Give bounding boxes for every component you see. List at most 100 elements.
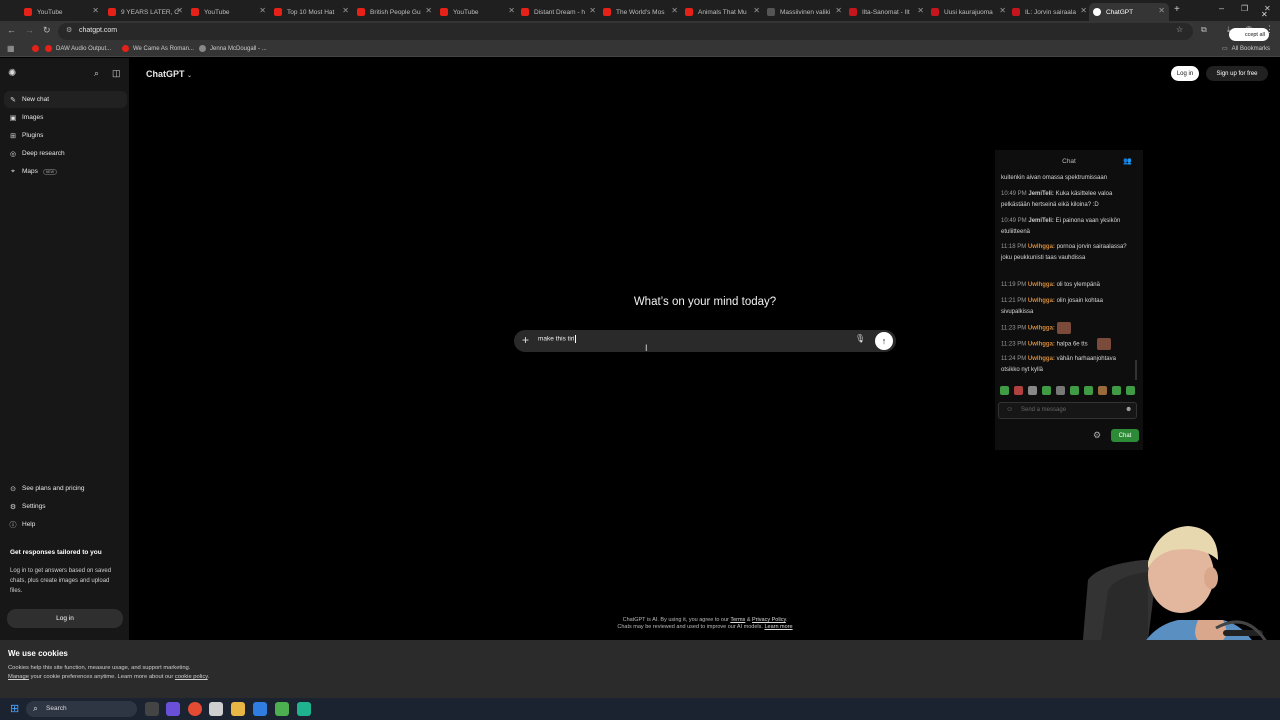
close-tab-icon[interactable]: ✕ [425, 6, 432, 15]
microphone-icon[interactable]: 🎙 [855, 334, 865, 343]
chat-scrollbar[interactable] [1135, 360, 1137, 380]
sidebar-item-plugins[interactable]: ⊞ Plugins [4, 127, 127, 144]
manage-cookies-link[interactable]: Manage [8, 674, 29, 680]
app-icon[interactable] [166, 702, 180, 716]
apps-grid-icon[interactable]: ▦ [7, 44, 15, 53]
emote-icon[interactable] [1014, 386, 1023, 395]
browser-tab[interactable]: YouTube ✕ [436, 3, 519, 21]
emote-icon[interactable] [1042, 386, 1051, 395]
browser-tab[interactable]: Top 10 Most Hat ✕ [270, 3, 353, 21]
search-icon[interactable]: ⌕ [94, 68, 99, 79]
bookmark-item[interactable] [32, 45, 43, 52]
login-button[interactable]: Log in [1171, 66, 1199, 81]
bookmark-star-icon[interactable]: ☆ [1176, 25, 1183, 34]
signup-button[interactable]: Sign up for free [1206, 66, 1268, 81]
app-icon[interactable] [297, 702, 311, 716]
sidebar-item-settings[interactable]: ⚙ Settings [4, 498, 127, 515]
close-tab-icon[interactable]: ✕ [342, 6, 349, 15]
browser-tab[interactable]: Ilta-Sanomat - Ilt ✕ [845, 3, 928, 21]
browser-tab[interactable]: YouTube ✕ [20, 3, 103, 21]
browser-tab[interactable]: IL: Jorvin sairaala ✕ [1008, 3, 1091, 21]
forward-icon[interactable]: → [25, 25, 34, 35]
emote-icon[interactable] [1056, 386, 1065, 395]
close-icon[interactable]: ✕ [1261, 10, 1268, 19]
sidebar-item-help[interactable]: ⓘ Help [4, 516, 127, 533]
app-icon[interactable] [253, 702, 267, 716]
attach-plus-icon[interactable]: + [522, 333, 529, 347]
prompt-composer[interactable]: + make this tiri 🎙 ↑ [514, 330, 896, 352]
bookmark-item[interactable]: We Came As Roman... [122, 45, 194, 52]
back-icon[interactable]: ← [7, 25, 16, 35]
emote-icon[interactable] [1098, 386, 1107, 395]
openai-logo-icon[interactable]: ✺ [8, 68, 16, 79]
close-tab-icon[interactable]: ✕ [671, 6, 678, 15]
browser-tab[interactable]: 9 YEARS LATER, C ✕ [104, 3, 187, 21]
bookmark-item[interactable]: Jenna McDougall - ... [199, 45, 267, 52]
sidebar-item-plans[interactable]: ⊙ See plans and pricing [4, 480, 127, 497]
close-tab-icon[interactable]: ✕ [917, 6, 924, 15]
browser-tab[interactable]: Distant Dream - h ✕ [517, 3, 600, 21]
extensions-icon[interactable]: ⧉ [1201, 25, 1207, 35]
maximize-icon[interactable]: ❐ [1241, 4, 1248, 13]
site-info-icon[interactable]: ⚙ [66, 26, 72, 34]
close-tab-icon[interactable]: ✕ [999, 6, 1006, 15]
close-tab-icon[interactable]: ✕ [508, 6, 515, 15]
browser-tab[interactable]: Animals That Mu ✕ [681, 3, 764, 21]
sidebar-item-maps[interactable]: ⌖ Maps NEW [4, 163, 127, 180]
browser-tab[interactable]: YouTube ✕ [187, 3, 270, 21]
privacy-link[interactable]: Privacy Policy [752, 617, 786, 623]
store-icon[interactable] [209, 702, 223, 716]
model-selector[interactable]: ChatGPT ⌄ [146, 69, 192, 79]
terms-link[interactable]: Terms [730, 617, 745, 623]
app-icon[interactable] [275, 702, 289, 716]
emoji-icon[interactable]: ☺ [1006, 406, 1013, 413]
chatgpt-icon [1093, 8, 1101, 16]
chat-users-icon[interactable]: 👥 [1123, 157, 1132, 165]
file-explorer-icon[interactable] [231, 702, 245, 716]
chat-settings-icon[interactable]: ⚙ [1093, 430, 1101, 441]
new-tab-icon[interactable]: + [1174, 4, 1180, 15]
chat-send-button[interactable]: Chat [1111, 429, 1139, 442]
browser-tab[interactable]: British People Gu ✕ [353, 3, 436, 21]
emote-icon[interactable] [1126, 386, 1135, 395]
cookie-policy-link[interactable]: cookie policy [175, 674, 208, 680]
close-tab-icon[interactable]: ✕ [92, 6, 99, 15]
all-bookmarks[interactable]: ▭ All Bookmarks [1222, 45, 1270, 53]
emote-picker-icon[interactable]: ☻ [1125, 406, 1132, 413]
browser-tab[interactable]: Massiivinen valiki ✕ [763, 3, 846, 21]
close-tab-icon[interactable]: ✕ [589, 6, 596, 15]
search-icon: ⌕ [33, 703, 39, 713]
sidebar-toggle-icon[interactable]: ◫ [112, 68, 121, 79]
emote-icon[interactable] [1070, 386, 1079, 395]
send-button[interactable]: ↑ [875, 332, 893, 350]
close-tab-icon[interactable]: ✕ [835, 6, 842, 15]
chrome-icon[interactable] [188, 702, 202, 716]
sidebar-item-deep-research[interactable]: ◎ Deep research [4, 145, 127, 162]
browser-tab[interactable]: Uusi kaurajuoma ✕ [927, 3, 1010, 21]
emote-icon[interactable] [1028, 386, 1037, 395]
close-tab-icon[interactable]: ✕ [1158, 6, 1165, 15]
emote-icon[interactable] [1084, 386, 1093, 395]
taskbar-search[interactable]: ⌕ Search [26, 701, 137, 717]
close-tab-icon[interactable]: ✕ [176, 6, 183, 15]
emote-icon[interactable] [1112, 386, 1121, 395]
task-view-icon[interactable] [145, 702, 159, 716]
close-tab-icon[interactable]: ✕ [259, 6, 266, 15]
url-input[interactable]: ⚙ chatgpt.com ☆ [58, 23, 1193, 40]
sidebar-item-images[interactable]: ▣ Images [4, 109, 127, 126]
minimize-icon[interactable]: – [1219, 3, 1224, 13]
prompt-input[interactable]: make this tiri [538, 335, 577, 343]
sidebar-item-new-chat[interactable]: ✎ New chat [4, 91, 127, 108]
sidebar-login-button[interactable]: Log in [7, 609, 123, 628]
browser-tab-active[interactable]: ChatGPT ✕ [1089, 3, 1169, 21]
browser-tab[interactable]: The World's Mos ✕ [599, 3, 682, 21]
learn-more-link[interactable]: Learn more [764, 624, 792, 630]
close-tab-icon[interactable]: ✕ [1080, 6, 1087, 15]
reload-icon[interactable]: ↻ [43, 25, 51, 36]
chat-message-input[interactable]: ☺ Send a message ☻ [998, 402, 1137, 419]
accept-cookies-button[interactable]: ccept all [1229, 28, 1269, 41]
emote-icon[interactable] [1000, 386, 1009, 395]
bookmark-item[interactable]: DAW Audio Output... [45, 45, 111, 52]
close-tab-icon[interactable]: ✕ [753, 6, 760, 15]
windows-start-icon[interactable]: ⊞ [10, 702, 19, 715]
